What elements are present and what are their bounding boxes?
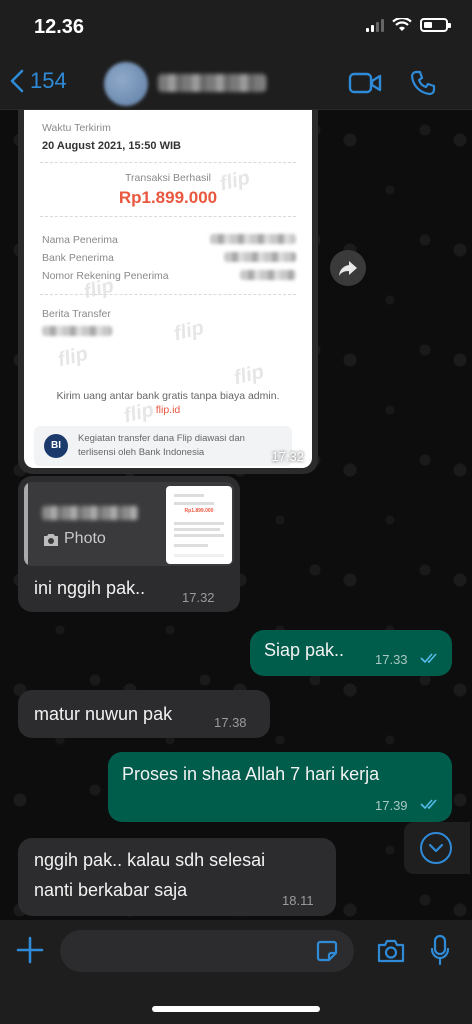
message-time: 17.32 bbox=[271, 449, 304, 464]
message-input-bar bbox=[0, 920, 472, 1024]
message-time: 17.32 bbox=[182, 590, 215, 605]
redacted-value bbox=[224, 252, 296, 262]
redacted-value bbox=[42, 326, 112, 336]
message-time: 18.11 bbox=[282, 893, 314, 908]
back-button[interactable]: 154 bbox=[10, 68, 67, 94]
message-time: 17.39 bbox=[375, 798, 408, 813]
status-time: 12.36 bbox=[34, 16, 85, 38]
message-text-line: nggih pak.. kalau sdh selesai bbox=[34, 850, 266, 870]
forward-button[interactable] bbox=[330, 250, 366, 286]
contact-avatar[interactable] bbox=[104, 62, 148, 106]
bank-indonesia-logo: BI bbox=[44, 434, 68, 458]
message-text: Siap pak.. bbox=[264, 640, 345, 660]
status-label: Transaksi Berhasil bbox=[125, 172, 211, 184]
message-input[interactable] bbox=[60, 930, 354, 972]
recipient-name-label: Nama Penerima bbox=[42, 234, 118, 246]
divider bbox=[40, 216, 296, 217]
sticker-icon[interactable] bbox=[316, 940, 338, 962]
home-indicator bbox=[152, 1006, 320, 1012]
microphone-icon[interactable] bbox=[430, 934, 450, 966]
message-text: Proses in shaa Allah 7 hari kerja bbox=[122, 764, 380, 784]
sent-time-label: Waktu Terkirim bbox=[42, 122, 111, 134]
watermark: flip bbox=[55, 342, 91, 372]
bank-indonesia-text: Kegiatan transfer dana Flip diawasi dan … bbox=[78, 433, 245, 458]
footer-link: flip.id bbox=[155, 404, 181, 416]
bank-indonesia-notice: BI Kegiatan transfer dana Flip diawasi d… bbox=[34, 426, 292, 466]
contact-name-blurred[interactable] bbox=[158, 74, 266, 92]
chevron-down-icon bbox=[428, 843, 444, 853]
double-check-read-icon bbox=[420, 653, 437, 664]
quoted-sender-blurred bbox=[42, 506, 138, 520]
recipient-account-label: Nomor Rekening Penerima bbox=[42, 270, 169, 282]
quoted-message[interactable]: Photo Rp1.899.000 bbox=[24, 482, 234, 566]
quoted-type-label: Photo bbox=[64, 530, 106, 547]
battery-icon bbox=[420, 18, 451, 32]
signal-icon bbox=[366, 18, 384, 32]
divider bbox=[40, 294, 296, 295]
amount: Rp1.899.000 bbox=[118, 188, 218, 207]
watermark: flip bbox=[171, 316, 207, 346]
transfer-note-label: Berita Transfer bbox=[42, 308, 111, 320]
wifi-icon bbox=[392, 18, 412, 31]
message-text-line: nanti berkabar saja bbox=[34, 880, 188, 900]
double-check-read-icon bbox=[420, 799, 437, 810]
status-bar: 12.36 bbox=[0, 0, 472, 56]
sent-time-value: 20 August 2021, 15:50 WIB bbox=[42, 140, 181, 152]
divider bbox=[40, 162, 296, 163]
unread-count: 154 bbox=[30, 68, 67, 93]
redacted-value bbox=[210, 234, 296, 244]
message-time: 17.33 bbox=[375, 652, 408, 667]
camera-icon bbox=[44, 534, 58, 546]
watermark: flip bbox=[231, 360, 267, 390]
thumbnail-amount: Rp1.899.000 bbox=[184, 508, 214, 514]
message-text: matur nuwun pak bbox=[34, 704, 173, 724]
scroll-to-bottom-button[interactable] bbox=[404, 822, 470, 874]
quote-bar bbox=[24, 482, 28, 566]
image-message-receipt[interactable]: flip flip flip flip flip flip Waktu Terk… bbox=[18, 110, 318, 474]
plus-icon[interactable] bbox=[16, 936, 44, 964]
receipt-image: flip flip flip flip flip flip Waktu Terk… bbox=[24, 110, 312, 468]
footer-text: Kirim uang antar bank gratis tanpa biaya… bbox=[56, 390, 280, 402]
message-text: ini nggih pak.. bbox=[34, 578, 146, 598]
status-icons bbox=[366, 18, 451, 32]
message-time: 17.38 bbox=[214, 715, 247, 730]
forward-arrow-icon bbox=[339, 261, 357, 276]
redacted-value bbox=[240, 270, 296, 280]
camera-icon[interactable] bbox=[376, 938, 406, 964]
recipient-bank-label: Bank Penerima bbox=[42, 252, 114, 264]
quoted-thumbnail: Rp1.899.000 bbox=[166, 486, 232, 564]
phone-call-icon[interactable] bbox=[410, 70, 436, 96]
chat-header: 154 bbox=[0, 56, 472, 110]
chevron-left-icon bbox=[10, 69, 24, 93]
video-call-icon[interactable] bbox=[348, 72, 382, 94]
